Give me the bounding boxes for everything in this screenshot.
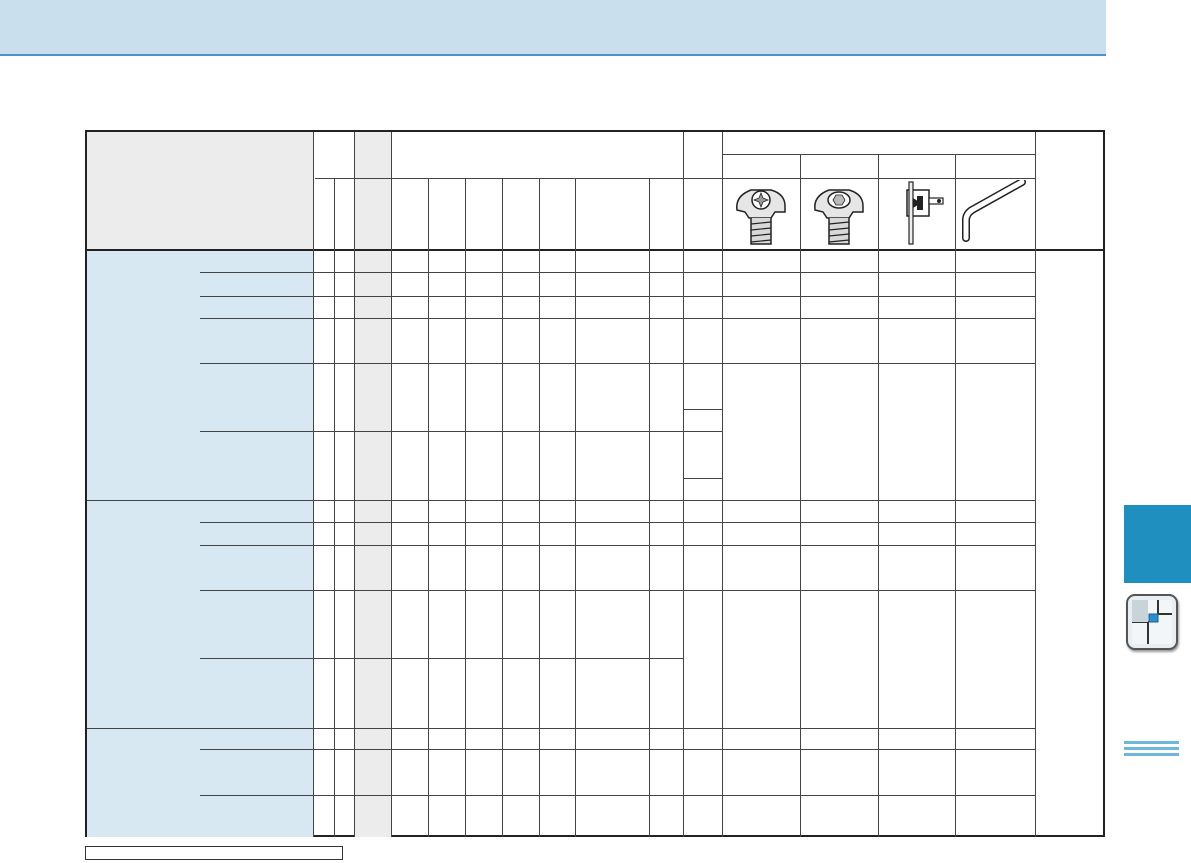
header-band (0, 0, 1106, 56)
header-grey-left (87, 132, 313, 250)
section-tab[interactable] (1124, 505, 1191, 583)
section-stripe-1 (1124, 741, 1179, 744)
group-block-3 (87, 728, 313, 837)
footnote-box (85, 846, 343, 860)
spec-table (85, 130, 1105, 837)
hex-allen-wrench-icon (962, 180, 1026, 242)
insert-shape-icon (1132, 600, 1172, 644)
hex-socket-key-icon (814, 189, 864, 245)
group-block-2 (87, 500, 313, 728)
grey-column (354, 132, 391, 837)
flag-torx-driver-icon (906, 181, 944, 245)
torx-key-icon (736, 189, 786, 245)
section-stripe-3 (1124, 753, 1179, 756)
section-insert-icon[interactable] (1126, 594, 1178, 650)
group-block-1 (87, 250, 313, 500)
section-stripe-2 (1124, 747, 1179, 750)
